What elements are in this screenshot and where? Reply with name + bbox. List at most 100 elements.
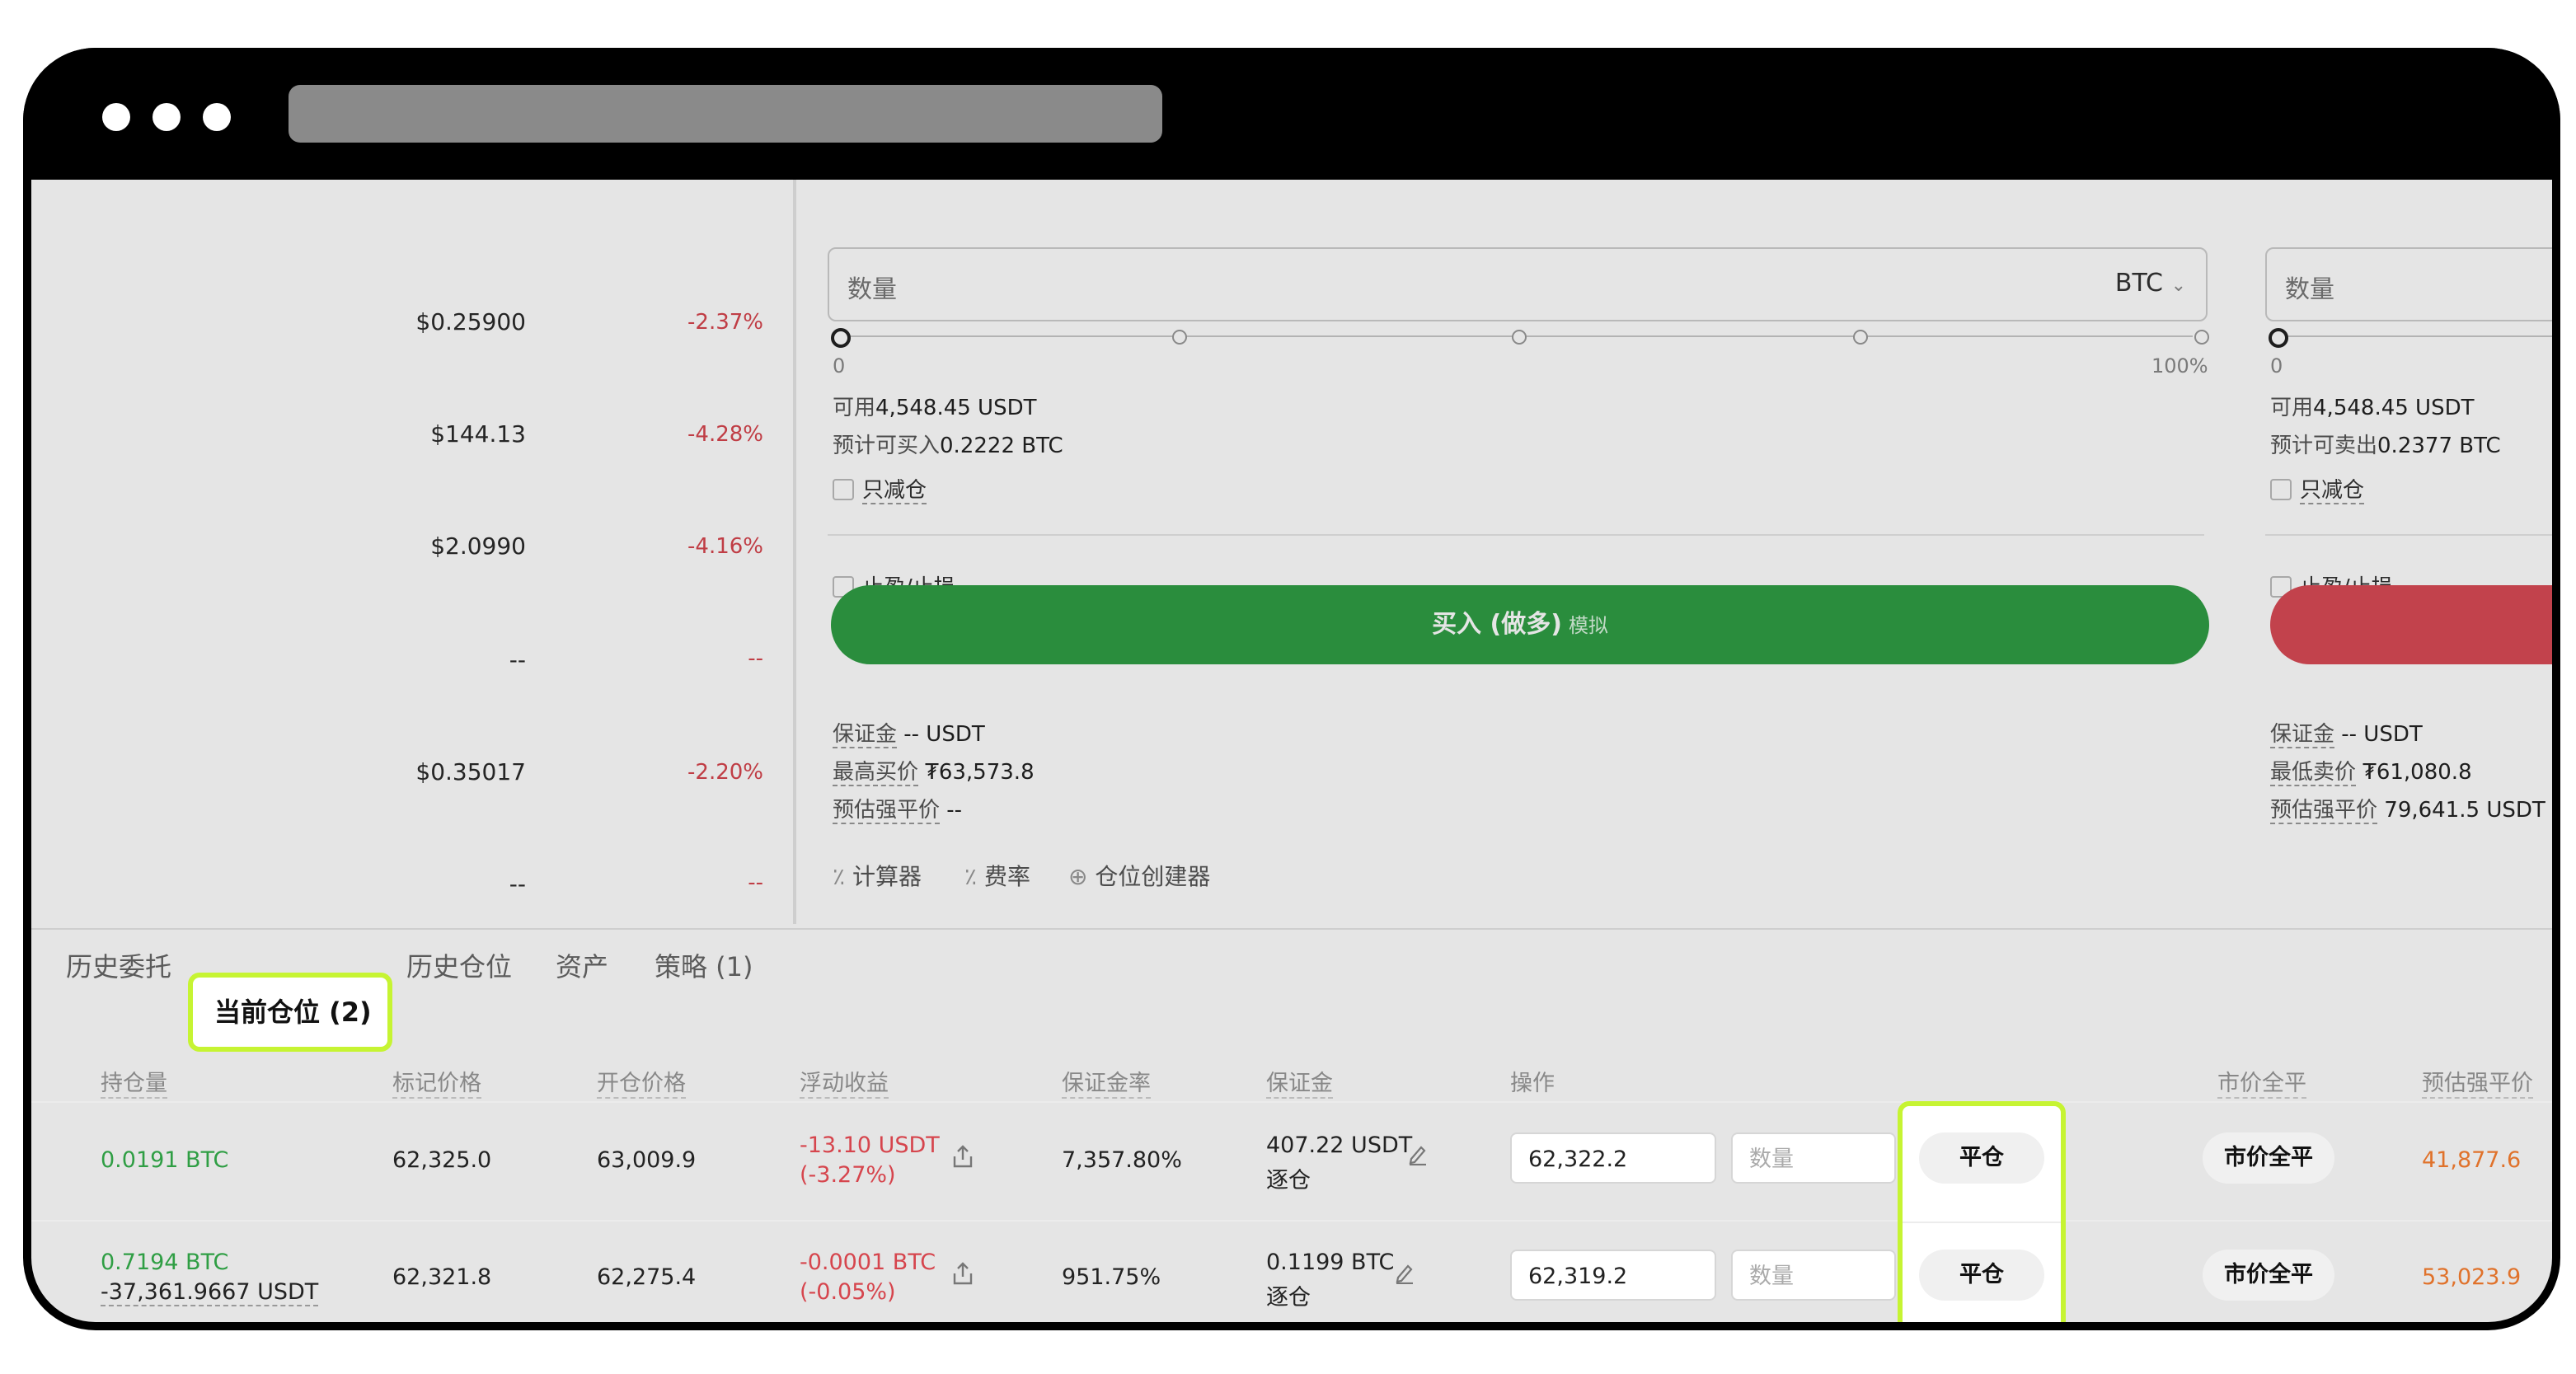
mark-price: 62,321.8 [392, 1264, 492, 1290]
max-price-value: ₮63,573.8 [925, 760, 1035, 785]
margin-value: -- USDT [903, 722, 985, 747]
tool-position-builder[interactable]: ⊕ 仓位创建器 [1068, 859, 1210, 892]
liquidation-price: 53,023.9 [2422, 1264, 2522, 1290]
divider [828, 534, 2204, 536]
buy-liquidation-price: 预估强平价 -- [833, 793, 962, 824]
available-value: 4,548.45 USDT [2313, 396, 2475, 420]
market-price: $0.35017 [415, 758, 526, 785]
market-price: -- [509, 870, 526, 898]
min-sell-price: 最低卖价 ₮61,080.8 [2270, 755, 2472, 786]
close-quantity-input[interactable]: 数量 [1731, 1250, 1896, 1301]
builder-label: 仓位创建器 [1095, 863, 1211, 890]
header-actions: 操作 [1510, 1071, 1555, 1096]
trading-page: $0.25900 -2.37% $144.13 -4.28% $2.0990 -… [31, 180, 2552, 1322]
percent-icon: ٪ [964, 863, 978, 890]
margin-value: -- USDT [2341, 722, 2423, 747]
tool-calculator[interactable]: ٪ 计算器 [833, 859, 922, 892]
margin-ratio: 7,357.80% [1062, 1147, 1182, 1173]
checkbox-icon[interactable] [833, 479, 854, 500]
quantity-label: 数量 [847, 275, 897, 304]
quantity-label: 数量 [2285, 275, 2334, 304]
checkbox-icon[interactable] [2270, 479, 2292, 500]
tool-fee-rate[interactable]: ٪ 费率 [964, 859, 1030, 892]
close-price-input[interactable]: 62,319.2 [1510, 1250, 1716, 1301]
sell-liquidation-price: 预估强平价 79,641.5 USDT [2270, 793, 2546, 824]
market-change: -2.37% [687, 310, 763, 335]
mark-price: 62,325.0 [392, 1147, 492, 1173]
share-icon[interactable] [951, 1261, 974, 1286]
liq-label: 预估强平价 [833, 798, 941, 824]
estimated-sell: 预计可卖出0.2377 BTC [2270, 429, 2501, 459]
market-price: $144.13 [430, 420, 526, 448]
liquidation-price: 41,877.6 [2422, 1147, 2522, 1173]
sell-slider-handle[interactable] [2269, 328, 2288, 348]
slider-step-icon[interactable] [1172, 330, 1187, 345]
close-position-button[interactable]: 平仓 [1919, 1132, 2044, 1184]
close-price-input[interactable]: 62,322.2 [1510, 1132, 1716, 1184]
available-label: 可用 [2270, 396, 2314, 420]
tab-assets[interactable]: 资产 [556, 946, 608, 984]
calculator-label: 计算器 [852, 863, 922, 890]
edit-icon[interactable] [1406, 1142, 1429, 1165]
demo-label: 模拟 [1568, 614, 1608, 637]
slider-min-label: 0 [833, 354, 846, 377]
close-quantity-input[interactable]: 数量 [1731, 1132, 1896, 1184]
estimated-buy: 预计可买入0.2222 BTC [833, 429, 1063, 459]
unit-selector[interactable]: BTC ⌄ [2115, 269, 2186, 298]
sell-slider-track[interactable] [2278, 335, 2552, 337]
tab-position-history[interactable]: 历史仓位 [406, 946, 512, 984]
close-position-button[interactable]: 平仓 [1919, 1250, 2044, 1301]
slider-step-icon[interactable] [1512, 330, 1527, 345]
max-buy-price: 最高买价 ₮63,573.8 [833, 755, 1035, 786]
entry-price: 63,009.9 [597, 1147, 697, 1173]
buy-long-button[interactable]: 买入 (做多) 模拟 [831, 585, 2209, 664]
tab-order-history[interactable]: 历史委托 [66, 946, 171, 984]
buy-slider-handle[interactable] [831, 328, 851, 348]
market-close-all-button[interactable]: 市价全平 [2203, 1132, 2334, 1184]
header-size: 持仓量 [101, 1065, 167, 1099]
browser-window: $0.25900 -2.37% $144.13 -4.28% $2.0990 -… [23, 48, 2560, 1330]
min-price-label: 最低卖价 [2270, 760, 2357, 786]
buy-button-label: 买入 (做多) [1432, 610, 1562, 639]
reduce-only-label: 只减仓 [2300, 478, 2365, 504]
available-value: 4,548.45 USDT [875, 396, 1037, 420]
sell-quantity-field[interactable]: 数量 [2265, 247, 2552, 321]
table-divider [31, 1220, 2552, 1222]
position-size: 0.7194 BTC [101, 1250, 229, 1275]
market-change: -- [748, 870, 763, 895]
sell-margin: 保证金 -- USDT [2270, 717, 2423, 748]
divider [1903, 1222, 2061, 1223]
buy-quantity-field[interactable]: 数量 BTC ⌄ [828, 247, 2208, 321]
margin-ratio: 951.75% [1062, 1264, 1161, 1290]
market-change: -4.28% [687, 422, 763, 447]
address-bar[interactable] [289, 85, 1162, 143]
market-change: -2.20% [687, 760, 763, 785]
percent-icon: ٪ [833, 863, 846, 890]
slider-step-icon[interactable] [1853, 330, 1868, 345]
buy-margin: 保证金 -- USDT [833, 717, 985, 748]
sell-short-button[interactable] [2270, 585, 2552, 664]
share-icon[interactable] [951, 1144, 974, 1169]
header-unrealized-pnl: 浮动收益 [800, 1065, 889, 1099]
window-dot-icon [102, 103, 130, 131]
margin-amount: 407.22 USDT [1266, 1132, 1413, 1158]
tab-strategies[interactable]: 策略 (1) [655, 946, 753, 984]
header-mark-price: 标记价格 [392, 1065, 481, 1099]
margin-label: 保证金 [2270, 722, 2335, 748]
tab-current-positions[interactable]: 当前仓位 (2) [214, 992, 372, 1029]
estimated-value: 0.2377 BTC [2377, 434, 2501, 458]
edit-icon[interactable] [1393, 1261, 1416, 1284]
unrealized-pnl: -0.0001 BTC [800, 1250, 936, 1275]
estimated-label: 预计可卖出 [2270, 434, 2378, 458]
position-value: -37,361.9667 USDT [101, 1279, 319, 1306]
reduce-only-checkbox[interactable]: 只减仓 [2270, 473, 2365, 504]
reduce-only-checkbox[interactable]: 只减仓 [833, 473, 927, 504]
chevron-down-icon: ⌄ [2170, 275, 2186, 296]
tabs-divider [31, 928, 2552, 930]
market-close-all-button[interactable]: 市价全平 [2203, 1250, 2334, 1301]
column-divider [793, 180, 796, 924]
unrealized-pnl-percent: (-3.27%) [800, 1162, 896, 1188]
slider-step-icon[interactable] [2194, 330, 2209, 345]
window-dot-icon [152, 103, 181, 131]
header-entry-price: 开仓价格 [597, 1065, 686, 1099]
